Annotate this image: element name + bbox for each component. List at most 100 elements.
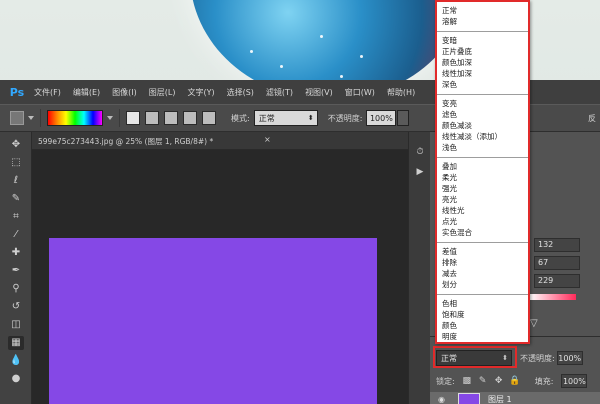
blend-mode-option[interactable]: 点光 [437,216,528,227]
eraser-tool-icon[interactable]: ◫ [8,318,24,332]
blend-mode-option[interactable]: 实色混合 [437,227,528,238]
dropdown-group: 色相 饱和度 颜色 明度 [437,295,528,346]
blend-mode-option[interactable]: 颜色加深 [437,57,528,68]
triangle-icon[interactable]: ▽ [530,318,538,329]
reflected-gradient-button[interactable] [183,111,197,125]
menu-select[interactable]: 选择(S) [227,87,254,98]
menu-edit[interactable]: 编辑(E) [73,87,100,98]
blend-mode-option[interactable]: 溶解 [437,16,528,27]
blend-mode-option[interactable]: 线性减淡（添加） [437,131,528,142]
fill-input[interactable]: 100% [561,374,588,388]
menu-help[interactable]: 帮助(H) [387,87,415,98]
blend-mode-option[interactable]: 滤色 [437,109,528,120]
lock-move-icon[interactable]: ✥ [493,375,505,387]
menu-view[interactable]: 视图(V) [305,87,333,98]
lock-brush-icon[interactable]: ✎ [477,375,489,387]
blend-mode-option[interactable]: 线性光 [437,205,528,216]
canvas-area[interactable] [32,150,408,404]
menu-layer[interactable]: 图层(L) [149,87,176,98]
healing-brush-tool-icon[interactable]: ✚ [8,246,24,260]
blend-mode-option[interactable]: 排除 [437,257,528,268]
blend-mode-option[interactable]: 亮光 [437,194,528,205]
dropdown-group: 差值 排除 减去 划分 [437,243,528,295]
layer-row[interactable]: ◉ 图层 1 [430,392,600,404]
move-tool-icon[interactable]: ✥ [8,138,24,152]
chevron-down-icon[interactable] [28,116,34,120]
blend-mode-option[interactable]: 减去 [437,268,528,279]
menu-image[interactable]: 图像(I) [112,87,137,98]
dodge-tool-icon[interactable]: ● [8,372,24,386]
sparkle [340,75,343,78]
divider [40,109,41,127]
lasso-tool-icon[interactable]: ℓ [8,174,24,188]
dropdown-group: 变亮 滤色 颜色减淡 线性减淡（添加） 浅色 [437,95,528,158]
dropdown-arrow-icon: ⬍ [307,114,314,122]
clone-stamp-tool-icon[interactable]: ⚲ [8,282,24,296]
lock-all-icon[interactable]: 🔒 [509,375,521,387]
photoshop-logo[interactable]: Ps [6,82,28,102]
linear-gradient-button[interactable] [126,111,140,125]
color-slider[interactable] [530,294,576,300]
radial-gradient-button[interactable] [145,111,159,125]
gradient-picker[interactable] [47,110,103,126]
sparkle [320,35,323,38]
menu-filter[interactable]: 滤镜(T) [266,87,293,98]
menu-window[interactable]: 窗口(W) [345,87,375,98]
layer-name[interactable]: 图层 1 [488,394,512,404]
eyedropper-tool-icon[interactable]: ⁄ [8,228,24,242]
color-value-field[interactable]: 229 [534,274,580,288]
brush-tool-icon[interactable]: ✒ [8,264,24,278]
blend-mode-option[interactable]: 划分 [437,279,528,290]
opacity-slider-button[interactable] [397,110,410,126]
eye-icon[interactable]: ◉ [438,395,450,404]
gradient-tool-icon[interactable]: ▦ [8,336,24,350]
chevron-down-icon[interactable] [107,116,113,120]
blur-tool-icon[interactable]: 💧 [8,354,24,368]
blend-mode-option[interactable]: 明度 [437,331,528,342]
dropdown-group: 变暗 正片叠底 颜色加深 线性加深 深色 [437,32,528,95]
blend-mode-option[interactable]: 线性加深 [437,68,528,79]
quick-select-tool-icon[interactable]: ✎ [8,192,24,206]
blend-mode-option[interactable]: 饱和度 [437,309,528,320]
blend-mode-option[interactable]: 正常 [437,5,528,16]
opacity-input[interactable]: 100% [366,110,397,126]
document-tab[interactable]: 599e75c273443.jpg @ 25% (图层 1, RGB/8#) *… [32,132,408,150]
menu-type[interactable]: 文字(Y) [187,87,214,98]
blend-mode-option[interactable]: 差值 [437,246,528,257]
opacity-label: 不透明度: [327,113,363,123]
blend-mode-option[interactable]: 颜色减淡 [437,120,528,131]
marquee-tool-icon[interactable]: ⬚ [8,156,24,170]
document-tab-label: 599e75c273443.jpg @ 25% (图层 1, RGB/8#) * [38,137,214,146]
blend-mode-option[interactable]: 柔光 [437,172,528,183]
blend-mode-option[interactable]: 颜色 [437,320,528,331]
blend-mode-option[interactable]: 深色 [437,79,528,90]
history-panel-icon[interactable]: ⏱ [414,146,426,158]
panel-icon-strip: ⏱ ▶ [408,132,430,404]
layer-thumbnail [458,393,480,404]
blend-mode-option[interactable]: 叠加 [437,161,528,172]
tool-preset-picker[interactable] [10,111,24,125]
mode-select[interactable]: 正常 ⬍ [253,110,318,126]
menu-file[interactable]: 文件(F) [34,87,61,98]
fill-label: 填充: [534,376,554,386]
canvas[interactable] [49,238,377,404]
blend-mode-option[interactable]: 强光 [437,183,528,194]
color-value-field[interactable]: 132 [534,238,580,252]
blend-mode-option[interactable]: 正片叠底 [437,46,528,57]
blend-mode-option[interactable]: 变暗 [437,35,528,46]
actions-panel-icon[interactable]: ▶ [414,166,426,178]
highlight-box [433,346,517,368]
blend-mode-option[interactable]: 变亮 [437,98,528,109]
color-value-field[interactable]: 67 [534,256,580,270]
close-icon[interactable]: × [264,135,271,144]
blend-mode-option[interactable]: 色相 [437,298,528,309]
blend-mode-option[interactable]: 浅色 [437,142,528,153]
history-brush-tool-icon[interactable]: ↺ [8,300,24,314]
diamond-gradient-button[interactable] [202,111,216,125]
layer-opacity-input[interactable]: 100% [556,351,583,365]
lock-row: 锁定: ▩ ✎ ✥ 🔒 填充: 100% [430,372,600,390]
crop-tool-icon[interactable]: ⌗ [8,210,24,224]
angle-gradient-button[interactable] [164,111,178,125]
reverse-label[interactable]: 反 [588,113,596,124]
lock-transparent-icon[interactable]: ▩ [461,375,473,387]
